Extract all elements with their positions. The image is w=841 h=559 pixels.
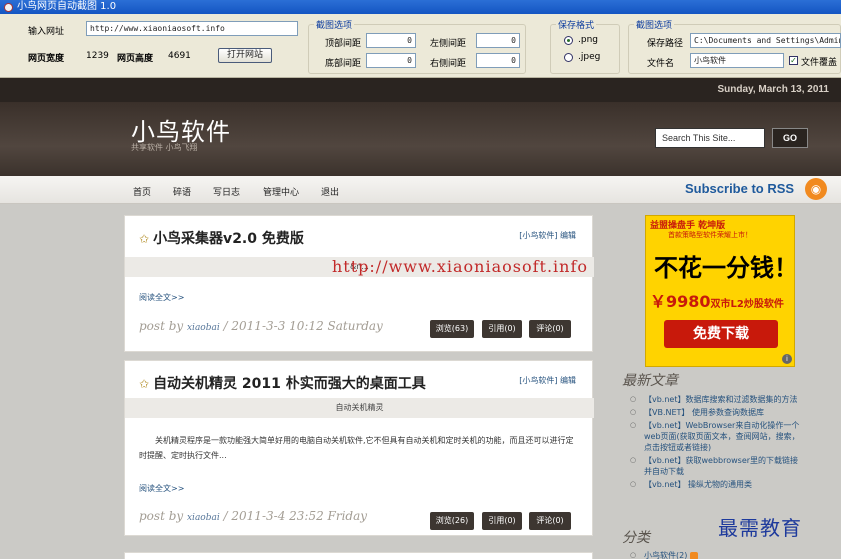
category-list: 小鸟软件(2) bbox=[630, 550, 810, 559]
post-title[interactable]: ✩ 小鸟采集器v2.0 免费版 bbox=[139, 228, 304, 248]
right-margin-input[interactable]: 0 bbox=[476, 53, 520, 68]
post-author[interactable]: xiaobai bbox=[187, 323, 220, 333]
star-icon: ✩ bbox=[139, 377, 150, 391]
corner-watermark: 最需教育 bbox=[718, 516, 802, 540]
post-body: 关机精灵程序是一款功能强大简单好用的电脑自动关机软件,它不但具有自动关机和定时关… bbox=[139, 436, 574, 460]
views-button[interactable]: 浏览(26) bbox=[430, 512, 474, 530]
category-heading: 分类 bbox=[622, 530, 650, 546]
ad-download-button[interactable]: 免费下载 bbox=[664, 320, 778, 348]
star-icon: ✩ bbox=[139, 232, 150, 246]
overwrite-label: 文件覆盖 bbox=[801, 58, 838, 68]
save-options-title: 截图选项 bbox=[634, 18, 675, 31]
url-label: 输入网址 bbox=[28, 27, 65, 37]
edit-link[interactable]: 编辑 bbox=[560, 376, 576, 385]
left-margin-input[interactable]: 0 bbox=[476, 33, 520, 48]
ad-banner[interactable]: 益盟操盘手 乾坤版 首款策略型软件荣耀上市！ 不花一分钱！ ￥9980双市L2炒… bbox=[645, 215, 798, 367]
left-margin-label: 左侧间距 bbox=[430, 39, 467, 49]
list-item[interactable]: 【VB.NET】 使用参数查询数据库 bbox=[630, 407, 805, 418]
width-label: 网页宽度 bbox=[28, 54, 65, 64]
post-meta: post by xiaobai / 2011-3-4 23:52 Friday bbox=[139, 509, 368, 523]
category-item[interactable]: 小鸟软件(2) bbox=[630, 550, 810, 559]
window-titlebar: 小鸟网页自动截图 1.0 bbox=[0, 0, 841, 14]
save-format-title: 保存格式 bbox=[556, 18, 597, 31]
ad-info-icon[interactable]: i bbox=[782, 354, 792, 364]
quotes-button[interactable]: 引用(0) bbox=[482, 320, 522, 338]
save-format-group bbox=[550, 24, 620, 74]
png-label: .png bbox=[578, 35, 598, 45]
web-view[interactable]: Sunday, March 13, 2011 小鸟软件 共享软件 小鸟飞翔 Se… bbox=[0, 78, 841, 559]
save-path-input[interactable]: C:\Documents and Settings\Admini bbox=[690, 33, 841, 48]
filename-input[interactable]: 小鸟软件 bbox=[690, 53, 784, 68]
nav-notes[interactable]: 碎语 bbox=[173, 185, 191, 198]
rss-icon[interactable]: ◉ bbox=[805, 178, 827, 200]
window-title: 小鸟网页自动截图 1.0 bbox=[17, 1, 117, 12]
nav-home[interactable]: 首页 bbox=[133, 185, 151, 198]
post-category[interactable]: [小鸟软件] 编辑 bbox=[519, 230, 576, 241]
site-date: Sunday, March 13, 2011 bbox=[717, 84, 829, 95]
filename-label: 文件名 bbox=[647, 59, 675, 69]
save-path-label: 保存路径 bbox=[647, 39, 684, 49]
post-card: ✩ 小鸟采集器v2.0 免费版 [小鸟软件] 编辑 &n... 阅读全文>> po… bbox=[124, 215, 594, 352]
list-item[interactable]: 【vb.net】获取webbrowser里的下载链接并自动下载 bbox=[630, 455, 805, 477]
nav-admin[interactable]: 管理中心 bbox=[263, 185, 299, 198]
bottom-margin-label: 底部间距 bbox=[325, 59, 362, 69]
site-navbar: 首页 碎语 写日志 管理中心 退出 Subscribe to RSS ◉ bbox=[0, 176, 841, 204]
views-button[interactable]: 浏览(63) bbox=[430, 320, 474, 338]
recent-posts-heading: 最新文章 bbox=[622, 373, 678, 389]
date-bar: Sunday, March 13, 2011 bbox=[0, 78, 841, 102]
list-item[interactable]: 【vb.net】 操纵尤物的通用类 bbox=[630, 479, 805, 490]
read-more-link[interactable]: 阅读全文>> bbox=[139, 483, 184, 494]
list-item[interactable]: 【vb.net】数据库搜索和过滤数据集的方法 bbox=[630, 394, 805, 405]
comments-button[interactable]: 评论(0) bbox=[529, 320, 571, 338]
quotes-button[interactable]: 引用(0) bbox=[482, 512, 522, 530]
png-radio[interactable] bbox=[564, 36, 573, 45]
comments-button[interactable]: 评论(0) bbox=[529, 512, 571, 530]
site-header: 小鸟软件 共享软件 小鸟飞翔 Search This Site... GO bbox=[0, 102, 841, 176]
jpeg-label: .jpeg bbox=[578, 52, 601, 62]
edit-link[interactable]: 编辑 bbox=[560, 231, 576, 240]
post-card bbox=[124, 552, 593, 559]
width-value: 1239 bbox=[86, 51, 109, 61]
app-icon bbox=[4, 2, 13, 12]
nav-logout[interactable]: 退出 bbox=[321, 185, 339, 198]
capture-options-title: 截图选项 bbox=[314, 18, 355, 31]
site-search-button[interactable]: GO bbox=[772, 128, 808, 148]
post-author[interactable]: xiaobai bbox=[187, 513, 220, 523]
recent-posts-list: 【vb.net】数据库搜索和过滤数据集的方法 【VB.NET】 使用参数查询数据… bbox=[630, 394, 805, 492]
top-margin-label: 顶部间距 bbox=[325, 39, 362, 49]
site-subtitle: 共享软件 小鸟飞翔 bbox=[131, 143, 198, 152]
toolbar: 输入网址 http://www.xiaoniaosoft.info 网页宽度 1… bbox=[0, 14, 841, 78]
read-more-link[interactable]: 阅读全文>> bbox=[139, 292, 184, 303]
url-input[interactable]: http://www.xiaoniaosoft.info bbox=[86, 21, 298, 36]
height-label: 网页高度 bbox=[117, 54, 154, 64]
post-excerpt: 自动关机精灵 bbox=[125, 398, 594, 418]
post-category[interactable]: [小鸟软件] 编辑 bbox=[519, 375, 576, 386]
jpeg-radio[interactable] bbox=[564, 53, 573, 62]
overwrite-checkbox[interactable]: ✓ bbox=[789, 56, 798, 65]
bottom-margin-input[interactable]: 0 bbox=[366, 53, 416, 68]
right-margin-label: 右侧间距 bbox=[430, 59, 467, 69]
height-value: 4691 bbox=[168, 51, 191, 61]
ad-price: ￥9980双市L2炒股软件 bbox=[650, 292, 784, 311]
open-site-button[interactable]: 打开网站 bbox=[218, 48, 272, 63]
post-title[interactable]: ✩ 自动关机精灵 2011 朴实而强大的桌面工具 bbox=[139, 373, 426, 393]
rss-icon[interactable] bbox=[689, 551, 698, 559]
top-margin-input[interactable]: 0 bbox=[366, 33, 416, 48]
ad-headline: 不花一分钱！ bbox=[654, 254, 798, 282]
site-search-input[interactable]: Search This Site... bbox=[655, 128, 765, 148]
url-watermark: http://www.xiaoniaosoft.info bbox=[332, 257, 589, 276]
post-card: ✩ 自动关机精灵 2011 朴实而强大的桌面工具 [小鸟软件] 编辑 自动关机精灵… bbox=[124, 360, 594, 536]
post-meta: post by xiaobai / 2011-3-3 10:12 Saturda… bbox=[139, 319, 383, 333]
nav-write[interactable]: 写日志 bbox=[213, 185, 240, 198]
subscribe-rss-link[interactable]: Subscribe to RSS bbox=[685, 181, 794, 196]
list-item[interactable]: 【vb.net】WebBrowser来自动化操作一个web页面(获取页面文本，查… bbox=[630, 420, 805, 453]
ad-tagline: 首款策略型软件荣耀上市！ bbox=[668, 231, 752, 239]
